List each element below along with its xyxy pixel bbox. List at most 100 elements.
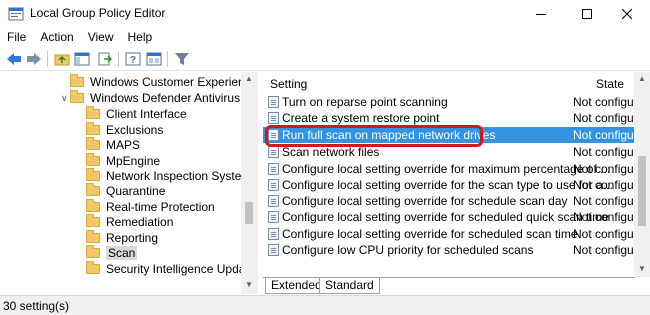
list-item[interactable]: Create a system restore point Not configu… <box>263 110 635 126</box>
forward-icon <box>27 53 41 65</box>
close-button[interactable] <box>604 0 650 28</box>
tree-item[interactable]: Network Inspection System <box>86 168 251 184</box>
scroll-down-icon[interactable]: ▼ <box>245 280 253 289</box>
tree-item[interactable]: Windows Customer Experience Imp <box>70 74 257 90</box>
close-icon <box>622 9 632 19</box>
tree-item[interactable]: Remediation <box>86 214 173 230</box>
scroll-down-icon[interactable]: ▼ <box>638 264 646 273</box>
setting-state: Not configure <box>573 111 635 125</box>
list-item[interactable]: Configure local setting override for the… <box>263 177 635 193</box>
list-item[interactable]: Turn on reparse point scanning Not config… <box>263 94 635 110</box>
group-policy-editor-window: Local Group Policy Editor File Action Vi… <box>0 0 650 315</box>
folder-icon <box>86 214 100 227</box>
menu-action[interactable]: Action <box>33 28 80 47</box>
tree-item-label: Scan <box>106 246 138 260</box>
policy-setting-icon <box>268 112 279 124</box>
scroll-up-icon[interactable]: ▲ <box>638 74 646 83</box>
tree-item-label: Client Interface <box>106 107 187 121</box>
help-button[interactable]: ? <box>123 50 143 68</box>
maximize-icon <box>582 9 592 19</box>
setting-state: Not configure <box>573 227 635 241</box>
setting-name: Configure low CPU priority for scheduled… <box>282 243 534 257</box>
back-button[interactable] <box>4 50 24 68</box>
tree-scrollbar[interactable]: ▲ ▼ <box>241 72 258 294</box>
policy-setting-icon <box>268 163 279 175</box>
list-item[interactable]: Configure low CPU priority for scheduled… <box>263 242 635 258</box>
tree-item-label: Security Intelligence Updates <box>106 262 258 276</box>
tree-item[interactable]: Exclusions <box>86 122 163 138</box>
tree-item-scan-selected[interactable]: Scan <box>86 245 138 261</box>
tree-pane: Windows Customer Experience Imp ∨ Window… <box>0 72 258 294</box>
up-folder-button[interactable] <box>52 50 72 68</box>
menu-bar: File Action View Help <box>0 28 650 47</box>
tree-item-label: Exclusions <box>106 123 164 137</box>
scrollbar-thumb[interactable] <box>245 202 253 224</box>
setting-state: Not configure <box>573 194 635 208</box>
column-header-state[interactable]: State <box>596 72 624 96</box>
setting-name: Configure local setting override for the… <box>282 178 613 192</box>
folder-icon <box>86 106 100 119</box>
up-folder-icon <box>54 54 70 66</box>
list-item[interactable]: Configure local setting override for sch… <box>263 209 635 225</box>
show-hide-tree-icon <box>74 52 90 66</box>
setting-name: Configure local setting override for sch… <box>282 210 609 224</box>
tree-item[interactable]: Quarantine <box>86 183 165 199</box>
properties-icon <box>146 52 162 66</box>
list-item[interactable]: Configure local setting override for sch… <box>263 193 635 209</box>
column-header-setting[interactable]: Setting <box>270 72 307 96</box>
toolbar: ? <box>0 47 650 71</box>
app-icon <box>8 7 24 21</box>
status-bar: 30 setting(s) <box>0 295 650 315</box>
view-tabs: Extended Standard <box>263 277 635 294</box>
tree-item[interactable]: MAPS <box>86 137 140 153</box>
minimize-button[interactable] <box>518 0 564 28</box>
folder-icon <box>86 199 100 212</box>
chevron-down-icon[interactable]: ∨ <box>61 90 68 106</box>
list-scrollbar[interactable]: ▲ ▼ <box>634 72 650 277</box>
back-icon <box>7 53 21 65</box>
policy-setting-icon <box>268 96 279 108</box>
policy-setting-icon <box>268 228 279 240</box>
scrollbar-thumb[interactable] <box>638 156 646 226</box>
toolbar-separator <box>118 51 119 67</box>
filter-button[interactable] <box>172 50 192 68</box>
tree-item-label: Network Inspection System <box>106 169 252 183</box>
list-item[interactable]: Configure local setting override for max… <box>263 161 635 177</box>
tree-item-windows-defender[interactable]: ∨ Windows Defender Antivirus <box>0 90 257 106</box>
policy-setting-icon <box>268 211 279 223</box>
setting-state: Not configure <box>573 210 635 224</box>
tree-item[interactable]: MpEngine <box>86 153 160 169</box>
folder-icon <box>86 261 100 274</box>
toolbar-separator <box>167 51 168 67</box>
setting-state: Not configure <box>573 145 635 159</box>
folder-icon <box>86 230 100 243</box>
tab-standard[interactable]: Standard <box>319 278 380 294</box>
setting-state: Not configure <box>573 162 635 176</box>
tree-item[interactable]: Reporting <box>86 230 158 246</box>
folder-icon <box>86 122 100 135</box>
setting-name: Turn on reparse point scanning <box>282 95 448 109</box>
export-list-button[interactable] <box>95 50 115 68</box>
tree-item[interactable]: Client Interface <box>86 106 187 122</box>
setting-state: Not configure <box>573 243 635 257</box>
minimize-icon <box>536 14 546 15</box>
folder-icon <box>86 153 100 166</box>
show-hide-tree-button[interactable] <box>72 50 92 68</box>
tree-item-label: Quarantine <box>106 184 166 198</box>
scroll-up-icon[interactable]: ▲ <box>245 74 253 83</box>
tree-item[interactable]: Real-time Protection <box>86 199 215 215</box>
tree-item[interactable]: Security Intelligence Updates <box>86 261 258 277</box>
folder-icon <box>86 168 100 181</box>
properties-button[interactable] <box>144 50 164 68</box>
list-item[interactable]: Configure local setting override for sch… <box>263 226 635 242</box>
menu-view[interactable]: View <box>81 28 121 47</box>
menu-file[interactable]: File <box>0 28 33 47</box>
settings-list: Setting State Turn on reparse point scan… <box>263 72 635 277</box>
folder-icon <box>86 245 100 258</box>
callout-highlight <box>265 125 483 147</box>
svg-text:?: ? <box>130 55 136 66</box>
setting-name: Configure local setting override for sch… <box>282 194 568 208</box>
window-title: Local Group Policy Editor <box>30 6 166 20</box>
menu-help[interactable]: Help <box>121 28 160 47</box>
forward-button[interactable] <box>24 50 44 68</box>
